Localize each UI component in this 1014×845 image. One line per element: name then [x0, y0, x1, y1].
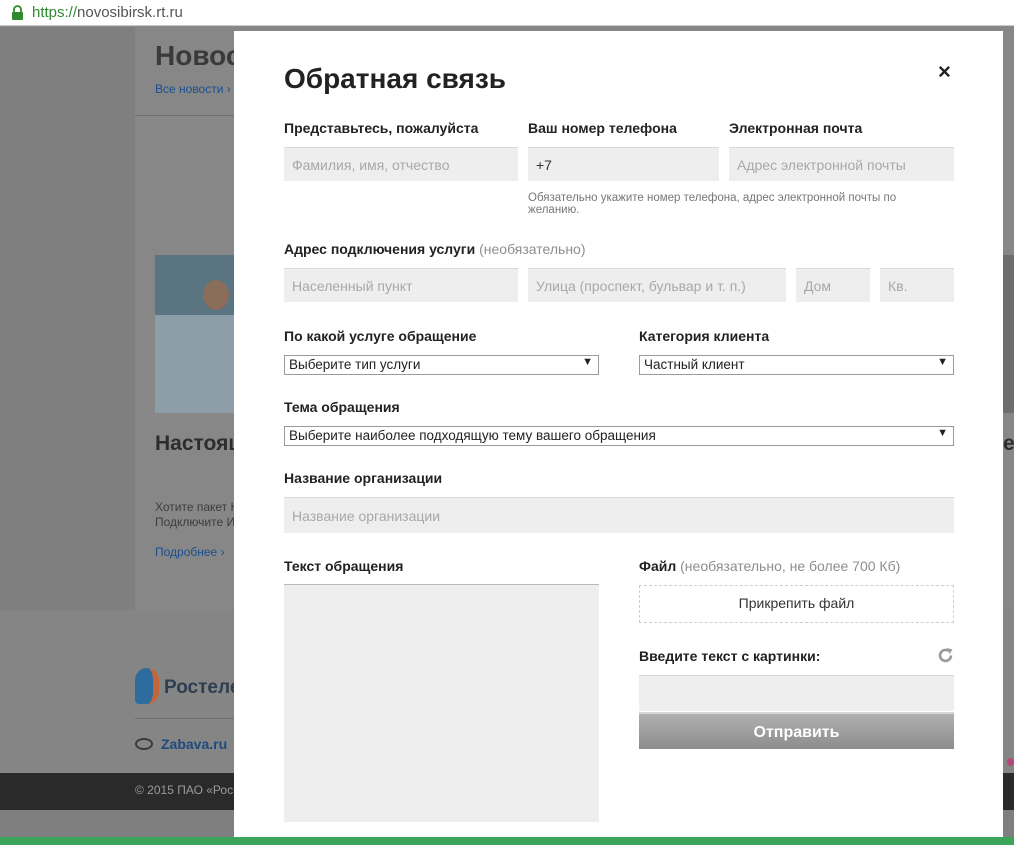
- service-select[interactable]: Выберите тип услуги ▼: [284, 355, 599, 375]
- bg-right-article-image[interactable]: [1003, 255, 1014, 413]
- message-label: Текст обращения: [284, 558, 404, 574]
- topic-select[interactable]: Выберите наиболее подходящую тему вашего…: [284, 426, 954, 446]
- chevron-down-icon: ▼: [937, 427, 948, 439]
- lock-icon: [12, 5, 23, 20]
- bg-news-title: Новос: [155, 40, 242, 71]
- chevron-down-icon: ▼: [582, 356, 593, 368]
- street-input[interactable]: [528, 268, 786, 302]
- bg-copyright: © 2015 ПАО «Рос: [135, 783, 234, 797]
- refresh-icon[interactable]: [937, 647, 954, 664]
- city-input[interactable]: [284, 268, 518, 302]
- modal-title: Обратная связь: [284, 63, 506, 94]
- bg-article-text-line1: Хотите пакет Н: [155, 500, 235, 514]
- service-select-value: Выберите тип услуги: [289, 357, 421, 372]
- bg-more-link[interactable]: Подробнее ›: [155, 545, 225, 559]
- bg-all-news-link[interactable]: Все новости ›: [155, 82, 231, 96]
- email-input[interactable]: [729, 147, 954, 181]
- phone-input[interactable]: [528, 147, 719, 181]
- client-category-select[interactable]: Частный клиент ▼: [639, 355, 954, 375]
- bg-divider: [135, 115, 235, 116]
- feedback-modal: Обратная связь × Представьтесь, пожалуйс…: [234, 31, 1003, 837]
- address-label-text: Адрес подключения услуги: [284, 241, 476, 257]
- bg-right-article-title[interactable]: е: [1003, 432, 1014, 456]
- house-input[interactable]: [796, 268, 870, 302]
- captcha-input[interactable]: [639, 675, 954, 711]
- url-scheme: https://: [32, 4, 78, 21]
- name-input[interactable]: [284, 147, 518, 181]
- apartment-input[interactable]: [880, 268, 954, 302]
- rostelecom-logo-icon: [135, 668, 159, 704]
- close-icon[interactable]: ×: [938, 61, 951, 83]
- bg-article-title[interactable]: Настоящ впечатл: [155, 432, 235, 456]
- bg-article-text-line2: Подключите И: [155, 515, 235, 529]
- client-category-label: Категория клиента: [639, 328, 770, 344]
- file-label: Файл (необязательно, не более 700 Кб): [639, 558, 900, 574]
- bg-logo-text: Ростеле: [164, 677, 241, 698]
- file-label-text: Файл: [639, 558, 677, 574]
- os-taskbar: [0, 837, 1014, 845]
- file-optional-note: (необязательно, не более 700 Кб): [680, 558, 901, 574]
- topic-select-value: Выберите наиболее подходящую тему вашего…: [289, 428, 656, 443]
- client-category-select-value: Частный клиент: [644, 357, 745, 372]
- captcha-label: Введите текст с картинки:: [639, 648, 821, 664]
- address-label: Адрес подключения услуги (необязательно): [284, 241, 586, 257]
- organization-label: Название организации: [284, 470, 443, 486]
- email-label: Электронная почта: [729, 120, 863, 136]
- bg-article-image[interactable]: [155, 255, 235, 413]
- phone-label: Ваш номер телефона: [528, 120, 677, 136]
- url-text[interactable]: https://novosibirsk.rt.ru: [32, 4, 183, 21]
- name-label: Представьтесь, пожалуйста: [284, 120, 479, 136]
- organization-input[interactable]: [284, 497, 954, 533]
- contact-hint: Обязательно укажите номер телефона, адре…: [528, 192, 897, 216]
- submit-button[interactable]: Отправить: [639, 712, 954, 749]
- url-host: novosibirsk.rt.ru: [77, 4, 183, 21]
- bg-pink-dot: [1007, 758, 1014, 766]
- service-label: По какой услуге обращение: [284, 328, 477, 344]
- message-textarea[interactable]: [284, 584, 599, 822]
- bg-zabava-link[interactable]: Zabava.ru: [161, 736, 227, 752]
- bg-footer-divider: [135, 718, 235, 719]
- topic-label: Тема обращения: [284, 399, 400, 415]
- eye-icon: [135, 738, 153, 750]
- address-optional-note: (необязательно): [479, 241, 586, 257]
- chevron-down-icon: ▼: [937, 356, 948, 368]
- browser-address-bar[interactable]: https://novosibirsk.rt.ru: [0, 0, 1014, 26]
- attach-file-button[interactable]: Прикрепить файл: [639, 585, 954, 623]
- bg-article-text: Хотите пакет Н Подключите И: [155, 500, 235, 530]
